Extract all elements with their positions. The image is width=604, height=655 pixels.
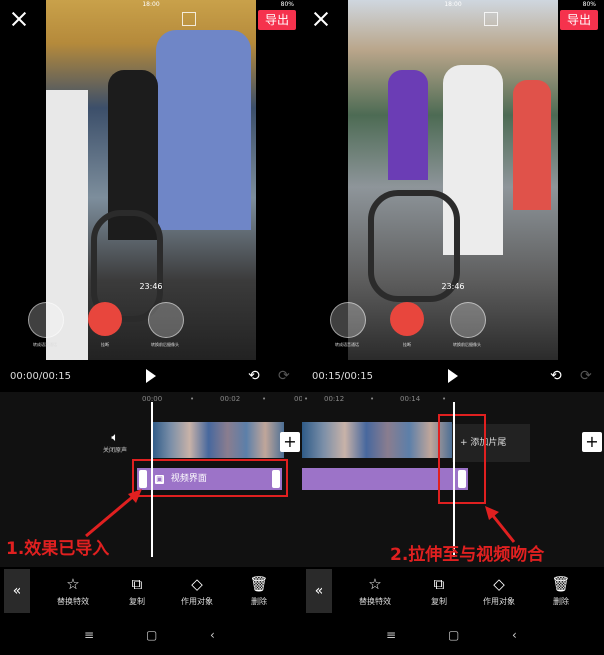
redo-icon[interactable]: ⟳ bbox=[580, 368, 592, 384]
call-btn-label: 挂断 bbox=[101, 342, 109, 347]
add-clip-button[interactable]: + bbox=[280, 432, 300, 452]
ruler-tick: • bbox=[442, 395, 447, 403]
undo-icon[interactable]: ⟲ bbox=[550, 368, 562, 384]
mute-toggle[interactable]: 🔈︎ 关闭原声 bbox=[100, 430, 130, 454]
hangup-button bbox=[390, 302, 424, 336]
add-clip-button[interactable]: + bbox=[582, 432, 602, 452]
bottom-toolbar: « ☆ 替换特效 ⧉ 复制 ◇ 作用对象 🗑︎ 删除 bbox=[302, 567, 604, 617]
play-icon[interactable] bbox=[146, 369, 156, 383]
timecode: 00:00/00:15 bbox=[10, 371, 72, 382]
highlight-box bbox=[438, 414, 486, 504]
annotation-arrow bbox=[85, 489, 142, 538]
trash-icon: 🗑︎ bbox=[551, 575, 571, 593]
ruler-tick: • bbox=[304, 395, 309, 403]
replace-effect-button[interactable]: ☆ 替换特效 bbox=[350, 575, 400, 607]
video-preview: 18:00 80% 导出 23:46 转成语音通话 挂断 转换前后摄像头 bbox=[302, 0, 604, 362]
mute-label: 关闭原声 bbox=[102, 447, 127, 454]
undo-icon[interactable]: ⟲ bbox=[248, 368, 260, 384]
person-figure bbox=[513, 80, 551, 210]
playback-bar: 00:15/00:15 ⟲ ⟳ bbox=[302, 362, 604, 392]
close-icon[interactable] bbox=[312, 10, 330, 28]
replace-effect-button[interactable]: ☆ 替换特效 bbox=[48, 575, 98, 607]
video-frame bbox=[348, 0, 558, 360]
video-clip-track[interactable] bbox=[302, 422, 452, 458]
person-figure bbox=[388, 70, 428, 180]
redo-icon[interactable]: ⟳ bbox=[278, 368, 290, 384]
video-frame bbox=[46, 0, 256, 360]
copy-icon: ⧉ bbox=[433, 575, 445, 593]
call-timer: 23:46 bbox=[441, 282, 465, 291]
annotation-text: 2.拉伸至与视频吻合 bbox=[390, 545, 545, 565]
system-nav-bar: ≡ ▢ ‹ bbox=[302, 617, 604, 655]
copy-icon: ⧉ bbox=[131, 575, 143, 593]
ruler-tick: • bbox=[262, 395, 267, 403]
switch-camera-button bbox=[450, 302, 486, 338]
ruler-tick: • bbox=[370, 395, 375, 403]
status-bar: 18:00 80% bbox=[142, 1, 294, 8]
double-chevron-left-icon[interactable]: « bbox=[4, 569, 30, 613]
right-panel: 18:00 80% 导出 23:46 转成语音通话 挂断 转换前后摄像头 00:1… bbox=[302, 0, 604, 655]
copy-button[interactable]: ⧉ 复制 bbox=[414, 575, 464, 607]
menu-icon[interactable]: ≡ bbox=[84, 628, 94, 642]
bottom-toolbar: « ☆ 替换特效 ⧉ 复制 ◇ 作用对象 🗑︎ 删除 bbox=[0, 567, 302, 617]
delete-button[interactable]: 🗑︎ 删除 bbox=[536, 575, 586, 607]
call-btn-label: 挂断 bbox=[403, 342, 411, 347]
fullscreen-icon[interactable] bbox=[182, 12, 196, 26]
double-chevron-left-icon[interactable]: « bbox=[306, 569, 332, 613]
voice-call-button bbox=[28, 302, 64, 338]
system-nav-bar: ≡ ▢ ‹ bbox=[0, 617, 302, 655]
apply-target-button[interactable]: ◇ 作用对象 bbox=[172, 575, 222, 607]
close-icon[interactable] bbox=[10, 10, 28, 28]
star-swap-icon: ☆ bbox=[66, 575, 80, 593]
delete-button[interactable]: 🗑︎ 删除 bbox=[234, 575, 284, 607]
speaker-icon: 🔈︎ bbox=[111, 430, 119, 444]
hangup-button bbox=[88, 302, 122, 336]
ruler-tick: 00:14 bbox=[400, 395, 421, 403]
voice-call-button bbox=[330, 302, 366, 338]
ruler-tick: 00 bbox=[294, 395, 302, 403]
switch-camera-button bbox=[148, 302, 184, 338]
video-clip-track[interactable] bbox=[152, 422, 284, 458]
timeline[interactable]: • 00:12 • 00:14 • + 添加片尾 + 2.拉伸至与视频吻合 bbox=[302, 392, 604, 567]
video-preview: 18:00 80% 导出 23:46 转成语音通话 挂断 转换前后摄像头 bbox=[0, 0, 302, 362]
export-button[interactable]: 导出 bbox=[560, 10, 598, 30]
home-icon[interactable]: ▢ bbox=[146, 628, 157, 642]
layers-icon: ◇ bbox=[191, 575, 203, 593]
person-figure bbox=[156, 30, 251, 230]
home-icon[interactable]: ▢ bbox=[448, 628, 459, 642]
play-icon[interactable] bbox=[448, 369, 458, 383]
copy-button[interactable]: ⧉ 复制 bbox=[112, 575, 162, 607]
timecode: 00:15/00:15 bbox=[312, 371, 374, 382]
back-icon[interactable]: ‹ bbox=[210, 628, 215, 642]
apply-target-button[interactable]: ◇ 作用对象 bbox=[474, 575, 524, 607]
left-panel: 18:00 80% 导出 23:46 转成语音通话 挂断 转换前后摄像头 00:0… bbox=[0, 0, 302, 655]
trash-icon: 🗑︎ bbox=[249, 575, 269, 593]
layers-icon: ◇ bbox=[493, 575, 505, 593]
fullscreen-icon[interactable] bbox=[484, 12, 498, 26]
ruler-tick: • bbox=[190, 395, 195, 403]
call-btn-label: 转换前后摄像头 bbox=[151, 342, 179, 347]
call-btn-label: 转成语音通话 bbox=[335, 342, 359, 347]
playback-bar: 00:00/00:15 ⟲ ⟳ bbox=[0, 362, 302, 392]
menu-icon[interactable]: ≡ bbox=[386, 628, 396, 642]
status-bar: 18:00 80% bbox=[444, 1, 596, 8]
export-button[interactable]: 导出 bbox=[258, 10, 296, 30]
back-icon[interactable]: ‹ bbox=[512, 628, 517, 642]
star-swap-icon: ☆ bbox=[368, 575, 382, 593]
call-btn-label: 转换前后摄像头 bbox=[453, 342, 481, 347]
call-btn-label: 转成语音通话 bbox=[33, 342, 57, 347]
ruler-tick: 00:12 bbox=[324, 395, 345, 403]
timeline[interactable]: 00:00 • 00:02 • 00 🔈︎ 关闭原声 + ▣ 视频界面 1.效果… bbox=[0, 392, 302, 567]
playhead bbox=[453, 402, 455, 557]
call-timer: 23:46 bbox=[139, 282, 163, 291]
ruler-tick: 00:02 bbox=[220, 395, 241, 403]
